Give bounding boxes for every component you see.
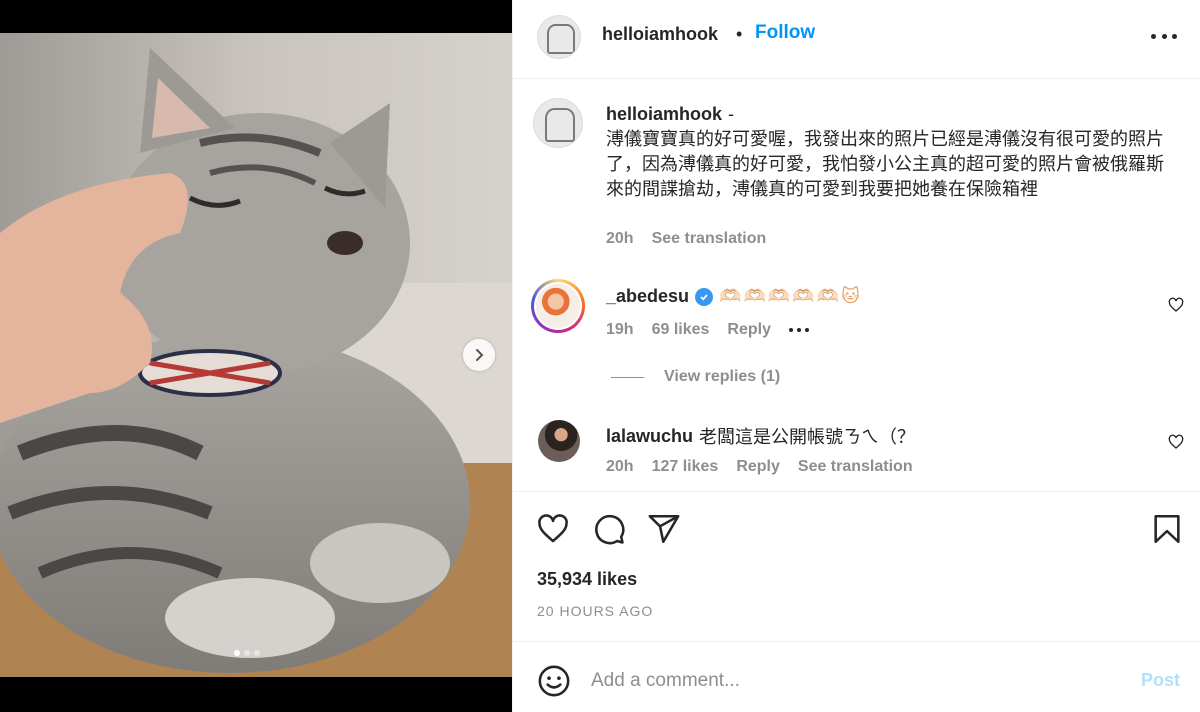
post-actions: 35,934 likes 20 HOURS AGO <box>513 491 1200 641</box>
caption-see-translation[interactable]: See translation <box>652 230 767 248</box>
comment-like-heart-icon[interactable] <box>1168 434 1184 450</box>
comment-abedesu: _abedesu 🫶🏻🫶🏻🫶🏻🫶🏻🫶🏻🐱 <box>606 286 862 307</box>
heart-icon[interactable] <box>536 512 570 546</box>
post-header: helloiamhook • Follow <box>513 0 1200 79</box>
post-timestamp[interactable]: 20 HOURS AGO <box>537 603 653 619</box>
comment-meta-lalawuchu: 20h 127 likes Reply See translation <box>606 458 913 476</box>
comment-reply-button[interactable]: Reply <box>727 321 771 339</box>
caption-separator: - <box>728 104 735 124</box>
chevron-right-icon <box>476 349 484 361</box>
post-photo <box>0 33 512 677</box>
view-replies-label: View replies (1) <box>664 368 781 385</box>
comment-likes[interactable]: 127 likes <box>652 458 719 476</box>
comment-username[interactable]: _abedesu <box>606 286 689 307</box>
header-separator: • <box>736 24 743 44</box>
view-replies-button[interactable]: View replies (1) <box>611 368 780 386</box>
comment-like-heart-icon[interactable] <box>1168 297 1184 313</box>
commenter-avatar-abedesu[interactable] <box>531 279 585 333</box>
author-username[interactable]: helloiamhook <box>602 24 718 45</box>
carousel-dot-1 <box>234 650 240 656</box>
post-side-panel: helloiamhook • Follow helloiamhook - 溥儀寶寶… <box>512 0 1200 712</box>
comment-username[interactable]: lalawuchu <box>606 426 693 447</box>
comment-see-translation[interactable]: See translation <box>798 458 913 476</box>
likes-count[interactable]: 35,934 likes <box>537 569 637 590</box>
carousel-dot-2 <box>244 650 250 656</box>
comment-time[interactable]: 20h <box>606 458 634 476</box>
comment-reply-button[interactable]: Reply <box>736 458 780 476</box>
comment-lalawuchu: lalawuchu 老闆這是公開帳號ㄋㄟ（？ <box>606 423 915 449</box>
caption-avatar[interactable] <box>533 98 583 148</box>
comments-section: helloiamhook - 溥儀寶寶真的好可愛喔，我發出來的照片已經是溥儀沒有很… <box>513 80 1200 490</box>
carousel-next-button[interactable] <box>463 339 495 371</box>
emoji-icon[interactable] <box>537 664 571 698</box>
post-media <box>0 0 512 712</box>
comment-meta-abedesu: 19h 69 likes Reply <box>606 321 809 339</box>
comment-likes[interactable]: 69 likes <box>652 321 710 339</box>
add-comment-bar: Post <box>513 641 1200 712</box>
caption: helloiamhook - 溥儀寶寶真的好可愛喔，我發出來的照片已經是溥儀沒有很… <box>606 102 1171 202</box>
comment-more-icon[interactable] <box>788 328 809 332</box>
add-comment-input[interactable] <box>591 664 1111 698</box>
more-icon <box>1151 33 1156 39</box>
caption-username[interactable]: helloiamhook <box>606 104 722 124</box>
bookmark-icon[interactable] <box>1150 512 1184 546</box>
share-icon[interactable] <box>647 512 681 546</box>
follow-button[interactable]: Follow <box>755 22 815 44</box>
comment-text: 老闆這是公開帳號ㄋㄟ（？ <box>699 427 916 447</box>
cat-photo-illustration <box>0 33 512 677</box>
carousel-dot-3 <box>254 650 260 656</box>
comment-time[interactable]: 19h <box>606 321 634 339</box>
verified-icon <box>695 287 714 306</box>
carousel-indicator <box>234 650 260 656</box>
comment-text: 🫶🏻🫶🏻🫶🏻🫶🏻🫶🏻🐱 <box>719 286 862 306</box>
instagram-post-view: helloiamhook • Follow helloiamhook - 溥儀寶寶… <box>0 0 1200 712</box>
caption-time[interactable]: 20h <box>606 230 634 248</box>
author-avatar[interactable] <box>537 15 581 59</box>
post-comment-button[interactable]: Post <box>1141 670 1180 691</box>
caption-meta: 20h See translation <box>606 230 766 248</box>
commenter-avatar-lalawuchu[interactable] <box>538 420 580 462</box>
caption-text: 溥儀寶寶真的好可愛喔，我發出來的照片已經是溥儀沒有很可愛的照片了，因為溥儀真的好… <box>606 129 1164 199</box>
comment-icon[interactable] <box>592 512 626 546</box>
more-options-button[interactable] <box>1151 24 1177 48</box>
